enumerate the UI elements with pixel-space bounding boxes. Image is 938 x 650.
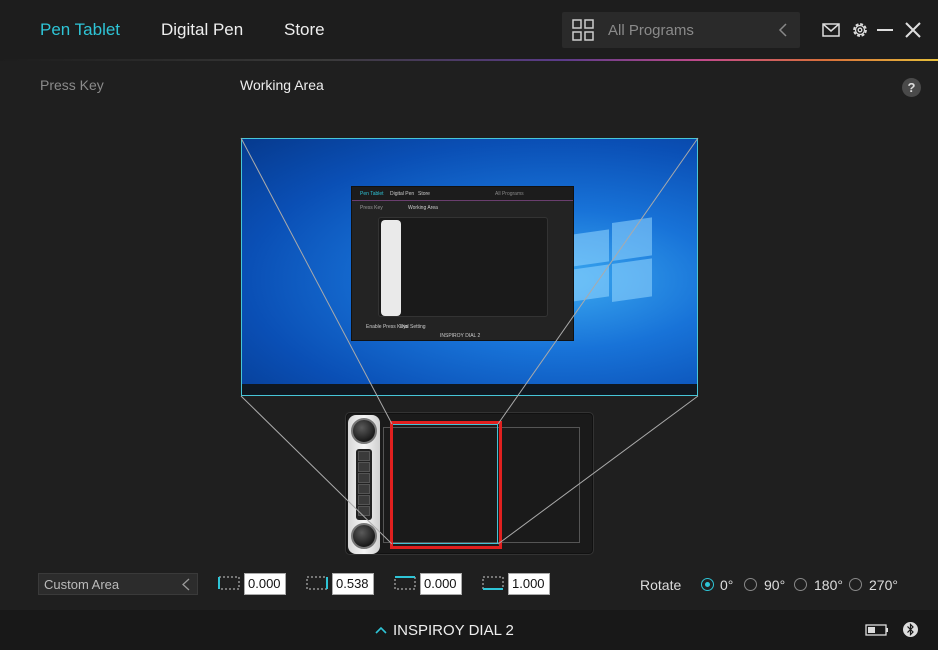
chevron-left-icon [182, 578, 190, 591]
mini-tablet [378, 217, 548, 317]
tab-pen-tablet[interactable]: Pen Tablet [40, 20, 120, 40]
rotate-0-label: 0° [720, 577, 734, 593]
program-select-label: All Programs [608, 22, 694, 39]
close-icon[interactable] [903, 20, 923, 40]
area-left-icon [218, 576, 240, 590]
rotate-270-label: 270° [869, 577, 898, 593]
area-mode-select[interactable]: Custom Area [38, 573, 198, 595]
header-accent-line [0, 59, 938, 61]
program-select[interactable]: All Programs [562, 12, 800, 48]
chevron-left-icon[interactable] [776, 21, 790, 39]
mini-device-name: INSPIROY DIAL 2 [440, 333, 481, 339]
battery-icon [865, 624, 888, 636]
tab-digital-pen[interactable]: Digital Pen [161, 20, 243, 40]
area-mode-label: Custom Area [44, 577, 120, 592]
mini-dial-setting: Dial Setting [400, 324, 426, 330]
device-name[interactable]: INSPIROY DIAL 2 [393, 622, 514, 639]
subtab-working-area[interactable]: Working Area [240, 77, 324, 93]
area-right-icon [306, 576, 328, 590]
screen-preview: Pen Tablet Digital Pen Store All Program… [241, 138, 698, 396]
rotate-270-radio[interactable] [849, 578, 862, 591]
minimize-icon[interactable] [875, 20, 895, 40]
bottom-dial [351, 523, 377, 549]
mail-icon[interactable] [821, 20, 841, 40]
chevron-up-icon[interactable] [374, 625, 388, 635]
pen-tablet-app: Pen Tablet Digital Pen Store All Program… [0, 0, 938, 650]
area-left-input[interactable]: 0.000 [244, 573, 286, 595]
mini-tab-store: Store [418, 191, 430, 197]
gear-icon[interactable] [850, 20, 870, 40]
top-dial [351, 418, 377, 444]
active-area-highlight [390, 421, 502, 549]
mini-app-screenshot: Pen Tablet Digital Pen Store All Program… [351, 186, 574, 341]
windows-taskbar [242, 384, 697, 395]
mini-working-area: Working Area [408, 205, 438, 211]
mini-app-header: Pen Tablet Digital Pen Store All Program… [352, 187, 573, 201]
rotate-180-label: 180° [814, 577, 843, 593]
mini-tab-digital-pen: Digital Pen [390, 191, 415, 197]
area-top-input[interactable]: 0.000 [420, 573, 462, 595]
rotate-90-radio[interactable] [744, 578, 757, 591]
rotate-180-radio[interactable] [794, 578, 807, 591]
subtab-press-key[interactable]: Press Key [40, 77, 104, 93]
mini-key-strip [381, 220, 401, 316]
rotate-90-label: 90° [764, 577, 786, 593]
rotate-0-radio[interactable] [701, 578, 714, 591]
rotate-label: Rotate [640, 577, 682, 593]
device-footer: INSPIROY DIAL 2 [0, 610, 938, 650]
press-key-strip [348, 415, 380, 554]
area-bottom-input[interactable]: 1.000 [508, 573, 550, 595]
press-keys [356, 449, 372, 520]
area-bottom-icon [482, 576, 504, 590]
mini-tab-pen-tablet: Pen Tablet [360, 191, 384, 197]
tab-store[interactable]: Store [284, 20, 325, 40]
top-header: Pen Tablet Digital Pen Store All Program… [0, 0, 938, 61]
mini-program-select: All Programs [495, 191, 524, 197]
area-right-input[interactable]: 0.538 [332, 573, 374, 595]
mini-press-key: Press Key [360, 205, 383, 211]
windows-logo-wallpaper [572, 217, 652, 304]
help-button[interactable]: ? [902, 78, 921, 97]
area-top-icon [394, 576, 416, 590]
grid-icon [572, 19, 594, 41]
bluetooth-icon [903, 622, 918, 637]
